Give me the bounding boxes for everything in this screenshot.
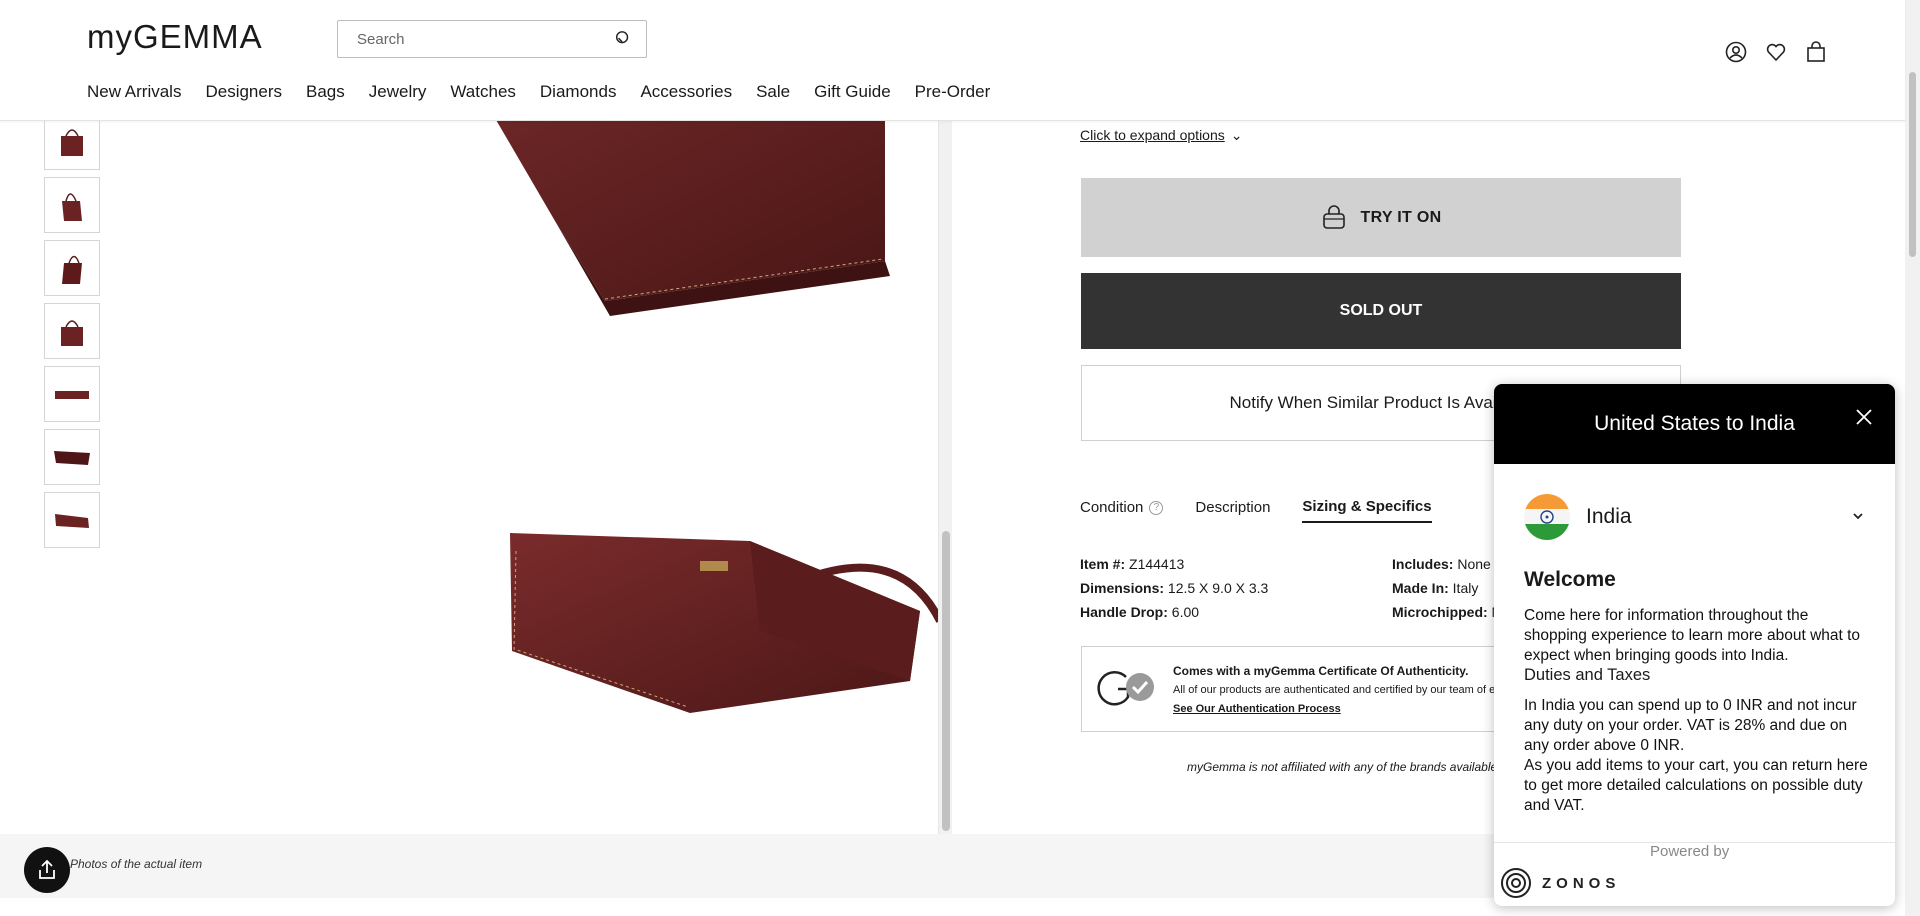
welcome-heading: Welcome [1524, 568, 1616, 591]
try-it-on-button[interactable]: TRY IT ON [1081, 178, 1681, 257]
share-icon [39, 859, 55, 879]
duties-heading: Duties and Taxes [1524, 666, 1651, 684]
zonos-welcome-popup: United States to India India Welcome Com… [1494, 384, 1895, 906]
cert-title: Comes with a myGemma Certificate Of Auth… [1173, 664, 1469, 678]
spec-value: 12.5 X 9.0 X 3.3 [1164, 580, 1269, 596]
selected-country: India [1586, 505, 1632, 528]
gallery-scroll-thumb[interactable] [942, 531, 950, 831]
nav-bags[interactable]: Bags [306, 82, 345, 102]
specs-left: Item #: Z144413 Dimensions: 12.5 X 9.0 X… [1080, 552, 1268, 624]
gallery-footer [0, 834, 1545, 898]
nav-pre-order[interactable]: Pre-Order [915, 82, 991, 102]
tab-condition-label: Condition [1080, 499, 1144, 516]
popup-title: United States to India [1594, 412, 1795, 435]
thumbnail[interactable] [44, 240, 100, 296]
page-scroll-thumb[interactable] [1909, 72, 1916, 257]
spec-label: Dimensions: [1080, 580, 1165, 596]
nav-designers[interactable]: Designers [205, 82, 282, 102]
thumbnail[interactable] [44, 177, 100, 233]
chevron-down-icon: ⌄ [1230, 127, 1243, 143]
sold-out-button[interactable]: SOLD OUT [1081, 273, 1681, 349]
product-image-viewer[interactable] [100, 121, 938, 834]
powered-by-label: Powered by [1650, 843, 1730, 860]
wishlist-icon[interactable] [1765, 41, 1787, 63]
site-logo[interactable]: myGEMMA [87, 18, 263, 56]
nav-diamonds[interactable]: Diamonds [540, 82, 617, 102]
thumbnail[interactable] [44, 114, 100, 170]
country-selector[interactable]: India [1524, 494, 1864, 540]
close-icon[interactable] [1855, 408, 1873, 426]
popup-header: United States to India [1494, 384, 1895, 464]
spec-label: Made In: [1392, 580, 1449, 596]
thumbnail[interactable] [44, 303, 100, 359]
site-header: myGEMMA New Arrivals Designers Bags Jewe… [0, 0, 1905, 121]
product-image-bottom [510, 533, 938, 713]
tab-sizing-specifics[interactable]: Sizing & Specifics [1302, 498, 1432, 523]
product-image-top [496, 121, 890, 316]
spec-value: Italy [1448, 580, 1479, 596]
spec-label: Includes: [1392, 556, 1454, 572]
thumbnail-strip [44, 114, 100, 555]
spec-value: None [1453, 556, 1491, 572]
search-box[interactable] [337, 20, 647, 58]
search-input[interactable] [338, 21, 598, 57]
zonos-logo-icon [1501, 868, 1531, 898]
nav-sale[interactable]: Sale [756, 82, 790, 102]
expand-options-link[interactable]: Click to expand options ⌄ [1080, 127, 1243, 144]
nav-gift-guide[interactable]: Gift Guide [814, 82, 891, 102]
search-icon[interactable] [614, 30, 632, 48]
authentication-process-link[interactable]: See Our Authentication Process [1173, 703, 1341, 715]
thumbnail[interactable] [44, 429, 100, 485]
chevron-down-icon [1853, 513, 1863, 520]
duties-text: In India you can spend up to 0 INR and n… [1524, 697, 1857, 754]
authenticity-check-icon [1097, 670, 1154, 706]
powered-by-footer: Powered by ZONOS [1494, 842, 1895, 906]
nav-new-arrivals[interactable]: New Arrivals [87, 82, 181, 102]
header-icons [1725, 41, 1827, 63]
thumbnail[interactable] [44, 366, 100, 422]
india-flag-icon [1524, 494, 1570, 540]
bag-icon [1322, 204, 1345, 229]
account-icon[interactable] [1725, 41, 1747, 63]
cart-bag-icon[interactable] [1805, 41, 1827, 63]
product-tabs: Condition? Description Sizing & Specific… [1080, 498, 1432, 523]
specs-right: Includes: None Made In: Italy Microchipp… [1392, 552, 1509, 624]
main-nav: New Arrivals Designers Bags Jewelry Watc… [87, 82, 1014, 102]
nav-accessories[interactable]: Accessories [640, 82, 732, 102]
spec-label: Microchipped: [1392, 604, 1488, 620]
photo-note: Photos of the actual item [70, 857, 203, 871]
welcome-text: Come here for information throughout the… [1524, 607, 1861, 664]
tab-condition[interactable]: Condition? [1080, 498, 1164, 523]
spec-label: Item #: [1080, 556, 1126, 572]
nav-watches[interactable]: Watches [450, 82, 516, 102]
spec-label: Handle Drop: [1080, 604, 1168, 620]
tab-description[interactable]: Description [1195, 498, 1270, 523]
help-icon[interactable]: ? [1149, 500, 1164, 515]
page-scrollbar[interactable] [1905, 0, 1920, 916]
zonos-logo[interactable]: ZONOS [1500, 867, 1620, 899]
spec-value: 6.00 [1167, 604, 1200, 620]
cert-text: All of our products are authenticated an… [1173, 684, 1529, 696]
gallery-scrollbar[interactable] [938, 121, 952, 834]
nav-jewelry[interactable]: Jewelry [369, 82, 427, 102]
zonos-wordmark: ZONOS [1542, 874, 1621, 892]
spec-value: Z144413 [1125, 556, 1185, 572]
try-it-on-label: TRY IT ON [1360, 208, 1442, 226]
cart-text: As you add items to your cart, you can r… [1524, 757, 1868, 814]
share-button[interactable] [24, 847, 70, 893]
thumbnail[interactable] [44, 492, 100, 548]
expand-options-label: Click to expand options [1080, 127, 1225, 143]
